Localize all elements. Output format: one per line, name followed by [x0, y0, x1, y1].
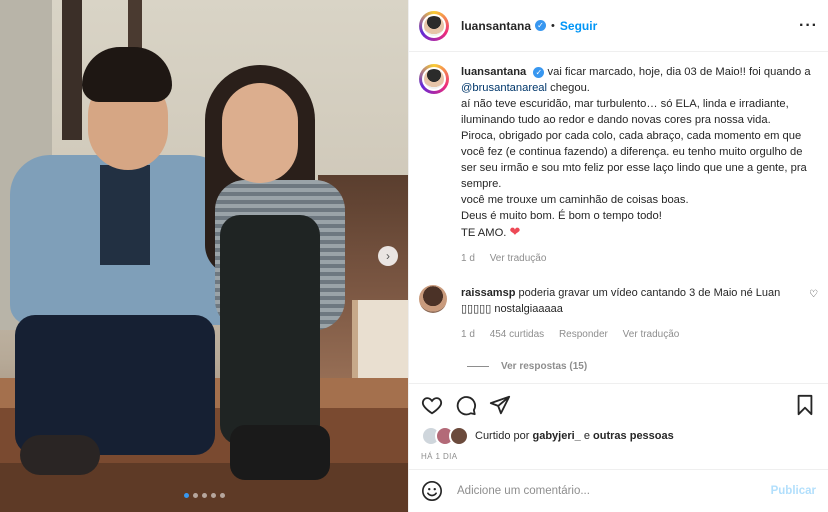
view-replies-label: Ver respostas (15)	[501, 361, 588, 372]
caption-username[interactable]: luansantana	[461, 66, 526, 78]
caption-line: chegou.	[547, 82, 590, 94]
avatar[interactable]	[419, 285, 447, 313]
comment-item: raissamsp poderia gravar um vídeo cantan…	[419, 285, 818, 343]
avatar[interactable]	[419, 10, 449, 41]
post-actions: Curtido por gabyjeri_ e outras pessoas H…	[409, 383, 828, 469]
action-icons	[421, 392, 816, 418]
caption-line: Deus é muito bom. É bom o tempo todo!	[461, 210, 662, 222]
post-side-panel: luansantana ✓ • Seguir ··· luansantana ✓…	[408, 0, 828, 512]
divider	[467, 366, 489, 367]
chevron-right-icon[interactable]: ›	[378, 246, 398, 266]
photo-boy	[10, 45, 240, 495]
publish-button[interactable]: Publicar	[771, 485, 816, 497]
post-header: luansantana ✓ • Seguir ···	[409, 0, 828, 52]
caption-text: luansantana ✓ vai ficar marcado, hoje, d…	[461, 64, 818, 267]
photo-girl	[190, 65, 365, 485]
comment-text: raissamsp poderia gravar um vídeo cantan…	[461, 285, 803, 343]
translate-link[interactable]: Ver tradução	[623, 329, 680, 340]
liked-user[interactable]: gabyjeri_	[532, 430, 580, 442]
heart-icon[interactable]: ♡	[809, 289, 818, 343]
caption-time[interactable]: 1 d	[461, 253, 475, 264]
caption-line: você me trouxe um caminhão de coisas boa…	[461, 194, 689, 206]
liked-others[interactable]: outras pessoas	[593, 430, 674, 442]
comment-input[interactable]	[455, 484, 771, 498]
avatar[interactable]	[449, 426, 469, 446]
instagram-post-modal: › luansantana ✓ • Seguir ··· luansantana…	[0, 0, 828, 512]
liked-by: Curtido por gabyjeri_ e outras pessoas	[421, 426, 816, 446]
caption-line: aí não teve escuridão, mar turbulento… s…	[461, 98, 789, 126]
caption-mention[interactable]: @brusantanareal	[461, 82, 547, 94]
carousel-dot[interactable]	[201, 493, 207, 498]
comment-icon[interactable]	[455, 394, 477, 416]
carousel-dots	[0, 493, 408, 498]
comment-meta: 1 d 454 curtidas Responder Ver tradução	[461, 327, 803, 343]
carousel-dot[interactable]	[183, 493, 189, 498]
caption-meta: 1 d Ver tradução	[461, 251, 818, 267]
header-username[interactable]: luansantana	[461, 19, 531, 33]
verified-icon: ✓	[535, 20, 547, 31]
comment-username[interactable]: raissamsp	[461, 287, 515, 299]
bookmark-icon[interactable]	[794, 394, 816, 416]
emoji-icon[interactable]	[421, 480, 443, 502]
post-date[interactable]: HÁ 1 DIA	[421, 452, 816, 469]
share-icon[interactable]	[489, 394, 511, 416]
heart-emoji-icon: ❤	[509, 224, 521, 239]
carousel-dot[interactable]	[210, 493, 216, 498]
carousel-dot[interactable]	[219, 493, 225, 498]
liked-by-text: Curtido por gabyjeri_ e outras pessoas	[475, 430, 674, 442]
comment-likes[interactable]: 454 curtidas	[490, 329, 544, 340]
post-caption: luansantana ✓ vai ficar marcado, hoje, d…	[419, 64, 818, 267]
liked-prefix: Curtido por	[475, 430, 530, 442]
liked-and: e	[583, 430, 590, 442]
add-comment-bar: Publicar	[409, 469, 828, 512]
translate-link[interactable]: Ver tradução	[490, 253, 547, 264]
header-separator: •	[551, 19, 555, 32]
more-icon[interactable]: ···	[799, 17, 818, 35]
verified-icon: ✓	[533, 66, 545, 78]
caption-line: vai ficar marcado, hoje, dia 03 de Maio!…	[547, 66, 811, 78]
caption-line: Piroca, obrigado por cada colo, cada abr…	[461, 130, 807, 190]
caption-line: TE AMO.	[461, 227, 507, 239]
like-icon[interactable]	[421, 394, 443, 416]
comments-list[interactable]: luansantana ✓ vai ficar marcado, hoje, d…	[409, 52, 828, 383]
reply-button[interactable]: Responder	[559, 329, 608, 340]
follow-button[interactable]: Seguir	[560, 19, 597, 33]
post-photo[interactable]: ›	[0, 0, 408, 512]
view-replies-button[interactable]: Ver respostas (15)	[467, 361, 818, 372]
comment-time[interactable]: 1 d	[461, 329, 475, 340]
avatar[interactable]	[419, 64, 449, 94]
carousel-dot[interactable]	[192, 493, 198, 498]
